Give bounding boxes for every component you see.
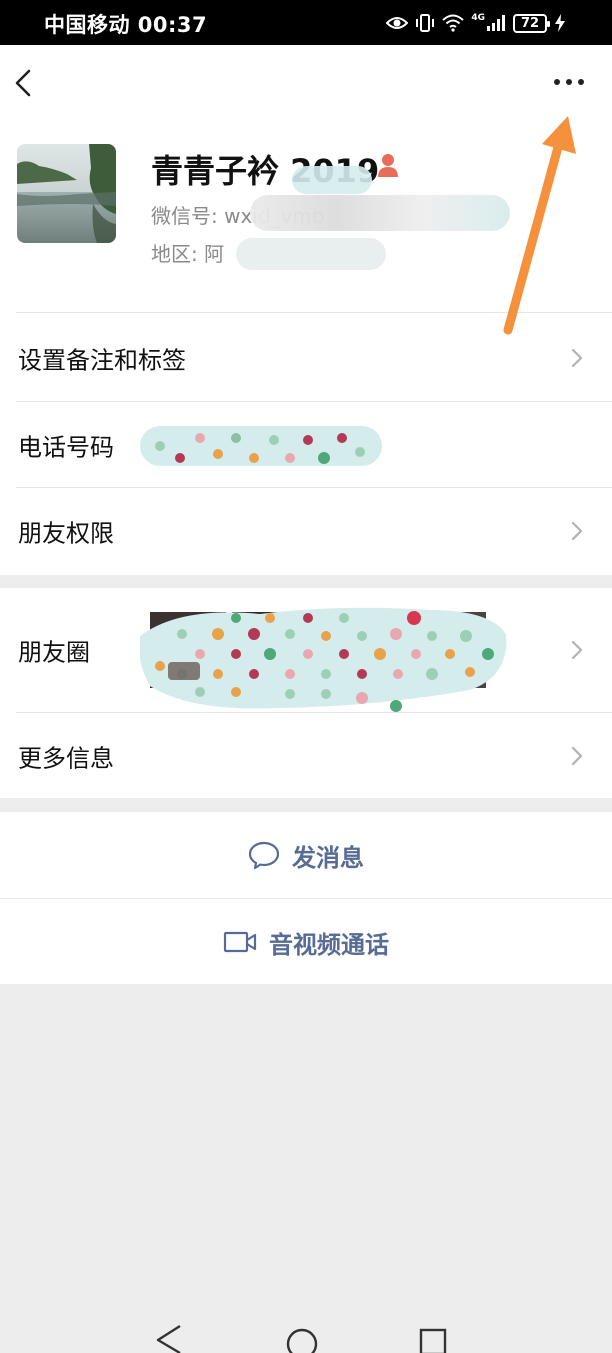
- signal-icon: [487, 15, 505, 31]
- video-call-label: 音视频通话: [269, 930, 389, 959]
- moments-thumbnails-redacted: [140, 607, 507, 712]
- chevron-right-icon: [571, 348, 583, 368]
- send-message-button[interactable]: 发消息: [0, 812, 612, 898]
- chevron-right-icon: [571, 746, 583, 766]
- network-type: 4G: [471, 13, 485, 23]
- redaction-blur: [292, 166, 372, 194]
- row-label: 电话号码: [18, 433, 114, 462]
- row-more-info[interactable]: 更多信息: [0, 713, 612, 799]
- vibrate-icon: [416, 14, 435, 32]
- row-label: 朋友权限: [18, 519, 114, 548]
- send-message-label: 发消息: [292, 843, 364, 872]
- avatar[interactable]: [17, 144, 116, 243]
- more-dots-icon[interactable]: [553, 76, 585, 88]
- chevron-right-icon: [571, 640, 583, 660]
- video-call-button[interactable]: 音视频通话: [0, 899, 612, 985]
- redaction-blur: [140, 426, 382, 466]
- annotation-arrow: [503, 116, 576, 335]
- chat-bubble-icon: [248, 841, 280, 870]
- eye-icon: [386, 17, 409, 29]
- battery-icon: 72: [513, 13, 550, 33]
- row-label: 更多信息: [18, 744, 114, 773]
- video-camera-icon: [223, 931, 257, 953]
- row-label: 设置备注和标签: [18, 346, 186, 375]
- wifi-icon: [442, 14, 465, 32]
- region: 地区: 阿: [151, 242, 225, 266]
- redaction-blur: [236, 238, 386, 270]
- status-icons: 4G 72: [386, 11, 566, 35]
- row-friend-permissions[interactable]: 朋友权限: [0, 488, 612, 574]
- chevron-left-icon[interactable]: [12, 68, 34, 98]
- redaction-blur: [250, 195, 510, 231]
- status-bar: 中国移动 00:37 4G 72: [0, 0, 612, 45]
- nav-recents-icon[interactable]: [419, 1328, 447, 1353]
- row-label: 朋友圈: [18, 638, 90, 667]
- chevron-right-icon: [571, 521, 583, 541]
- nav-back-icon[interactable]: [156, 1324, 181, 1353]
- system-navigation-bar: [156, 1324, 447, 1353]
- carrier-time: 中国移动 00:37: [44, 13, 208, 37]
- female-icon: [378, 154, 398, 177]
- charging-icon: [555, 14, 565, 32]
- nav-home-icon[interactable]: [286, 1328, 318, 1353]
